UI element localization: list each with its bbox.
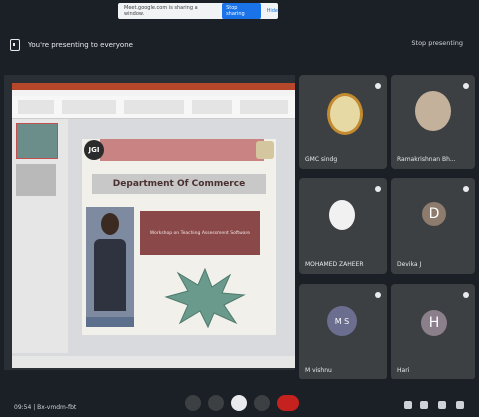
speaker-photo — [86, 207, 134, 317]
mic-off-icon — [463, 292, 469, 298]
participant-tile[interactable]: MOHAMED ZAHEER — [299, 178, 387, 274]
mic-off-icon — [463, 186, 469, 192]
slide-thumbnail[interactable] — [16, 123, 58, 159]
photo-caption — [86, 317, 134, 327]
participant-tile[interactable]: D Devika J — [391, 178, 475, 274]
stop-sharing-button[interactable]: Stop sharing — [222, 3, 261, 19]
shared-powerpoint-window: JGI Department Of Commerce Workshop on T… — [12, 83, 295, 368]
participant-name: GMC sindg — [305, 156, 338, 163]
initial-avatar: D — [422, 202, 446, 226]
present-now-button[interactable] — [231, 395, 247, 411]
participant-tile[interactable]: M S M vishnu — [299, 284, 387, 380]
starburst-shape — [164, 267, 246, 329]
screen-share-bar: Meet.google.com is sharing a window. Sto… — [118, 3, 278, 19]
slide-topic: Workshop on Teaching Assessment Software — [140, 211, 260, 255]
college-logo: JGI — [84, 140, 104, 160]
info-icon[interactable] — [404, 401, 412, 409]
participant-tile[interactable]: Ramakrishnan Bh... — [391, 75, 475, 169]
camera-toggle-button[interactable] — [208, 395, 224, 411]
mic-off-icon — [375, 186, 381, 192]
slide-thumbnail[interactable] — [16, 164, 56, 196]
participant-tile[interactable]: H Hari — [391, 284, 475, 380]
powerpoint-statusbar — [12, 356, 295, 368]
participant-name: Ramakrishnan Bh... — [397, 156, 456, 163]
share-message: Meet.google.com is sharing a window. — [124, 5, 198, 17]
participant-name: Hari — [397, 367, 410, 374]
powerpoint-titlebar — [12, 83, 295, 90]
more-options-button[interactable] — [254, 395, 270, 411]
slide-thumbnails[interactable] — [12, 119, 68, 353]
people-icon[interactable] — [420, 401, 428, 409]
present-screen-icon — [10, 39, 20, 51]
department-title: Department Of Commerce — [92, 174, 266, 194]
presentation-stage: JGI Department Of Commerce Workshop on T… — [4, 75, 295, 370]
meeting-time-code: 09:54 | Bx-vmdm-fbt — [14, 404, 77, 411]
participant-name: Devika J — [397, 261, 422, 268]
profile-photo — [329, 200, 355, 230]
stop-presenting-button[interactable]: Stop presenting — [411, 39, 463, 47]
participant-name: M vishnu — [305, 367, 332, 374]
mic-off-icon — [375, 83, 381, 89]
ribbon-toolbar — [12, 96, 295, 119]
slide-banner — [100, 139, 264, 161]
presenting-header: You're presenting to everyone Stop prese… — [10, 32, 469, 58]
participant-name: MOHAMED ZAHEER — [305, 261, 364, 268]
initial-avatar: H — [421, 310, 447, 336]
profile-photo — [415, 91, 451, 131]
current-slide: JGI Department Of Commerce Workshop on T… — [82, 139, 276, 335]
emblem-logo — [256, 141, 274, 159]
presenting-text: You're presenting to everyone — [28, 41, 133, 49]
activities-icon[interactable] — [456, 401, 464, 409]
emblem-avatar — [327, 93, 363, 135]
meeting-controls-bar: 09:54 | Bx-vmdm-fbt — [0, 379, 479, 417]
mic-off-icon — [463, 83, 469, 89]
mic-toggle-button[interactable] — [185, 395, 201, 411]
leave-call-button[interactable] — [277, 395, 299, 411]
chat-icon[interactable] — [438, 401, 446, 409]
participant-tile[interactable]: GMC sindg — [299, 75, 387, 169]
initial-avatar: M S — [327, 306, 357, 336]
mic-off-icon — [375, 292, 381, 298]
hide-button[interactable]: Hide — [267, 8, 278, 14]
